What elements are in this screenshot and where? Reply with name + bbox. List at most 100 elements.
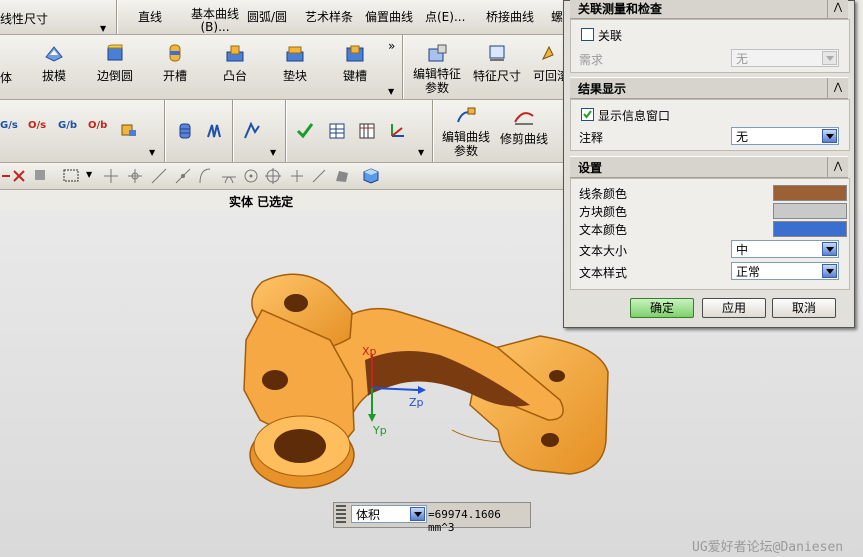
collapse-chevron-icon[interactable]: ⋀	[827, 0, 848, 18]
associative-checkbox[interactable]	[581, 28, 594, 41]
toolbar-separator	[116, 0, 118, 34]
rollback-edit-button[interactable]: 可回滚编辑	[533, 43, 563, 84]
linear-dimension-button[interactable]: 线性尺寸	[0, 10, 48, 27]
block-color-swatch[interactable]	[773, 203, 847, 219]
slot-icon	[169, 44, 181, 62]
stack-icon[interactable]	[176, 122, 194, 140]
annotation-label: 注释	[579, 131, 604, 145]
snap-control-icon[interactable]	[174, 167, 192, 185]
slot-button[interactable]: 开槽	[163, 43, 187, 84]
bridge-curve-button[interactable]: 桥接曲线	[486, 8, 534, 25]
apply-button[interactable]: 应用	[702, 298, 766, 318]
ok-button[interactable]: 确定	[630, 298, 694, 318]
rectangle-select-icon[interactable]	[62, 167, 80, 185]
helix-button[interactable]: 螺	[551, 8, 563, 25]
studio-spline-button[interactable]: 艺术样条	[305, 8, 353, 25]
text-color-label: 文本颜色	[579, 223, 628, 237]
toolbar-separator	[232, 100, 234, 162]
chevron-down-icon[interactable]	[822, 242, 837, 256]
line-color-label: 线条颜色	[579, 187, 628, 201]
selection-status-text: 实体 已选定	[229, 195, 294, 209]
spreadsheet-icon[interactable]	[358, 122, 376, 140]
dropdown-arrow-icon[interactable]: ▼	[270, 148, 276, 157]
dropdown-arrow-icon[interactable]: ▼	[418, 148, 424, 157]
cancel-button[interactable]: 取消	[772, 298, 836, 318]
dropdown-arrow-icon[interactable]: ▼	[149, 148, 155, 157]
chevron-down-icon[interactable]	[410, 507, 425, 521]
more-chevron-icon[interactable]: »	[388, 39, 395, 53]
snap-center-icon[interactable]	[242, 167, 260, 185]
boss-icon	[226, 45, 244, 62]
chevron-down-icon[interactable]	[822, 51, 837, 65]
snap-point-icon[interactable]	[288, 167, 306, 185]
snap-endpoint-icon[interactable]	[102, 167, 120, 185]
point-button[interactable]: 点(E)...	[425, 8, 465, 25]
pocket-button[interactable]: 键槽	[343, 43, 367, 84]
toolbar-features: 体 拔模 边倒圆 开槽 凸台 垫块 键槽 » ▼ 编辑特征参数 特征尺寸 可回滚…	[0, 35, 570, 100]
toolbar-separator	[164, 100, 166, 162]
dropdown-arrow-icon[interactable]: ▼	[100, 24, 106, 33]
section-associative-measure-header[interactable]: 关联测量和检查 ⋀	[570, 0, 848, 19]
snap-on-curve-icon[interactable]	[310, 167, 328, 185]
coil-icon[interactable]	[243, 122, 261, 140]
check-geometry-icon[interactable]	[296, 122, 314, 140]
basic-curves-button[interactable]: 基本曲线(B)...	[185, 8, 245, 34]
offset-curve-button[interactable]: 偏置曲线	[365, 8, 413, 25]
edge-blend-icon	[107, 44, 123, 61]
measure-result-value: =69974.1606 mm^3	[428, 508, 501, 534]
requirement-label: 需求	[579, 53, 604, 67]
drag-handle[interactable]	[336, 505, 346, 523]
snap-curve-icon[interactable]	[196, 167, 214, 185]
pad-icon	[286, 46, 304, 62]
associative-label: 关联	[598, 29, 623, 43]
requirement-dropdown[interactable]: 无	[731, 49, 839, 67]
dropdown-arrow-icon[interactable]: ▼	[388, 87, 394, 96]
solid-body-icon[interactable]	[362, 167, 380, 185]
feature-dimension-button[interactable]: 特征尺寸	[473, 43, 521, 84]
copy-icon[interactable]	[32, 167, 50, 185]
edit-curve-parameters-button[interactable]: 编辑曲线参数	[440, 106, 492, 158]
snap-on-face-icon[interactable]	[333, 167, 351, 185]
text-color-swatch[interactable]	[773, 221, 847, 237]
edit-feature-parameters-button[interactable]: 编辑特征参数	[412, 43, 462, 95]
body-button[interactable]: 体	[0, 69, 12, 86]
snap-tangent-icon[interactable]	[220, 167, 238, 185]
edge-blend-button[interactable]: 边倒圆	[97, 43, 133, 84]
snap-line-icon[interactable]	[150, 167, 168, 185]
annotation-dropdown[interactable]: 无	[731, 127, 839, 145]
section-result-display-header[interactable]: 结果显示 ⋀	[570, 77, 848, 99]
section-settings-header[interactable]: 设置 ⋀	[570, 156, 848, 178]
text-size-label: 文本大小	[579, 244, 628, 258]
curvature-os-icon[interactable]: O/s	[28, 120, 50, 138]
gap-analysis-icon[interactable]	[120, 122, 138, 140]
transform-icon[interactable]	[10, 167, 28, 185]
curvature-ob-icon[interactable]: O/b	[88, 120, 110, 138]
spring-icon[interactable]	[205, 122, 223, 140]
boss-button[interactable]: 凸台	[223, 43, 247, 84]
csys-icon[interactable]	[388, 122, 406, 140]
trim-curve-button[interactable]: 修剪曲线	[500, 106, 548, 147]
text-size-dropdown[interactable]: 中	[731, 240, 839, 258]
edit-curve-icon	[457, 107, 476, 123]
show-info-window-checkbox[interactable]	[581, 108, 594, 121]
pad-button[interactable]: 垫块	[283, 43, 307, 84]
curvature-gs-icon[interactable]: G/s	[0, 120, 22, 138]
draft-button[interactable]: 拔模	[42, 43, 66, 84]
curvature-gb-icon[interactable]: G/b	[58, 120, 80, 138]
line-button[interactable]: 直线	[138, 8, 162, 25]
chevron-down-icon[interactable]	[822, 264, 837, 278]
snap-quadrant-icon[interactable]	[264, 167, 282, 185]
collapse-chevron-icon[interactable]: ⋀	[827, 78, 848, 98]
text-style-dropdown[interactable]: 正常	[731, 262, 839, 280]
grid-table-icon[interactable]	[328, 122, 346, 140]
feature-dimension-icon	[489, 45, 505, 61]
arc-circle-button[interactable]: 圆弧/圆	[247, 8, 287, 25]
axis-label-xp: Xp	[362, 345, 377, 358]
collapse-chevron-icon[interactable]: ⋀	[827, 157, 848, 177]
chevron-down-icon[interactable]	[822, 129, 837, 143]
axis-label-zp: Zp	[409, 396, 424, 409]
line-color-swatch[interactable]	[773, 185, 847, 201]
snap-midpoint-icon[interactable]	[126, 167, 144, 185]
dropdown-arrow-icon[interactable]: ▼	[86, 170, 92, 179]
measure-type-dropdown[interactable]: 体积	[351, 505, 427, 523]
